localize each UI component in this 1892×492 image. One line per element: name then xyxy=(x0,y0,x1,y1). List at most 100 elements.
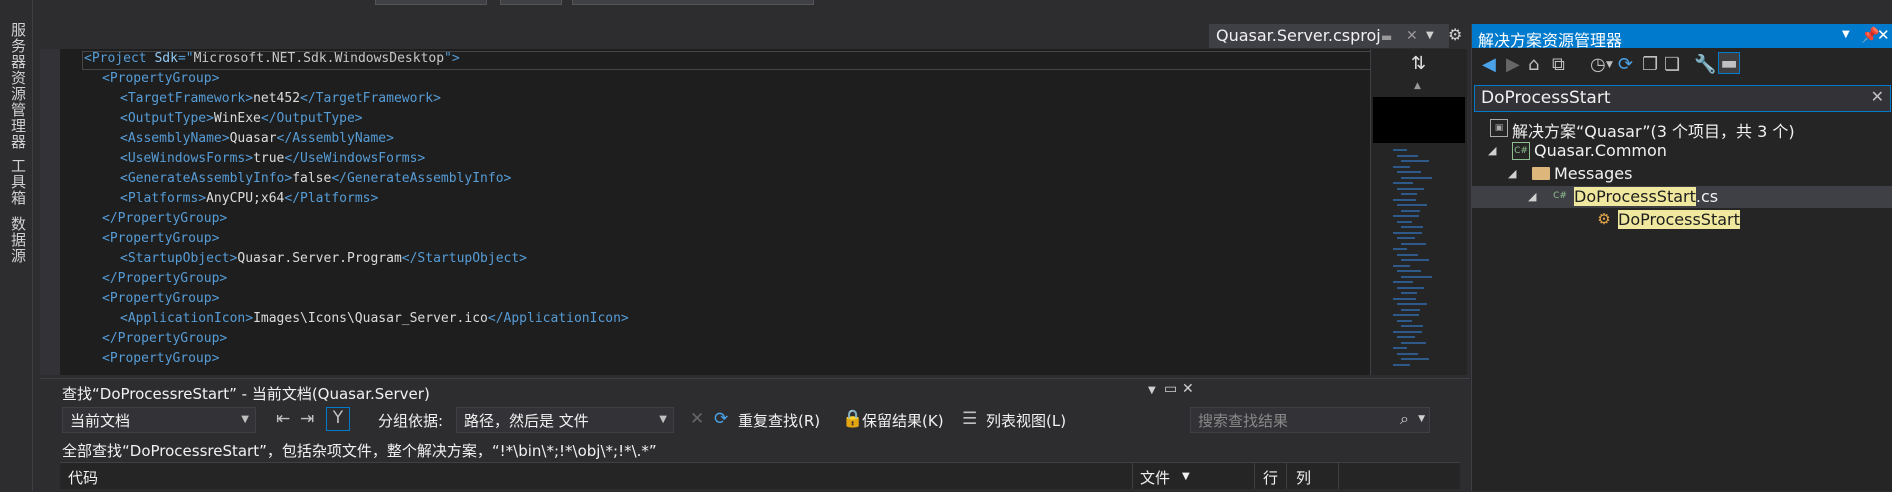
clear-filter-icon[interactable]: Y xyxy=(326,407,350,431)
split-view-icon[interactable]: ⇅ xyxy=(1411,53,1426,74)
collapse-all-icon[interactable]: ❐ xyxy=(1642,54,1658,75)
minimap-line xyxy=(1401,292,1417,294)
group-by-select[interactable]: 路径，然后是 文件 ▼ xyxy=(456,407,674,433)
solution-search-input[interactable]: DoProcessStart xyxy=(1481,88,1611,108)
code-token: </PropertyGroup> xyxy=(102,211,228,226)
forward-icon[interactable]: ▶ xyxy=(1506,54,1520,75)
code-line[interactable]: <TargetFramework>net452</TargetFramework… xyxy=(84,89,1370,109)
next-result-icon[interactable]: ⇥ xyxy=(300,409,314,429)
tree-item[interactable]: ⚙ DoProcessStart xyxy=(1472,209,1892,231)
minimap-line xyxy=(1401,176,1432,179)
lock-icon[interactable]: 🔒 xyxy=(842,409,863,429)
find-results-search-input[interactable]: 搜索查找结果 xyxy=(1198,410,1288,431)
code-line[interactable]: <GenerateAssemblyInfo>false</GenerateAss… xyxy=(84,169,1370,189)
code-token: Microsoft.NET.Sdk.WindowsDesktop xyxy=(193,51,445,66)
data-sources-tab[interactable]: 数据源 xyxy=(8,216,29,264)
chevron-down-icon[interactable]: ▼ xyxy=(1418,414,1425,424)
previous-result-icon[interactable]: ⇤ xyxy=(276,409,290,429)
switch-views-icon[interactable]: ⧉ xyxy=(1552,54,1565,75)
tab-dropdown-icon[interactable]: ▼ xyxy=(1426,30,1434,41)
server-explorer-tab[interactable]: 服务器资源管理器 xyxy=(8,22,29,150)
window-menu-icon[interactable]: ▼ xyxy=(1842,29,1850,40)
document-tab-title: Quasar.Server.csproj xyxy=(1216,26,1381,45)
expand-arrow-icon[interactable]: ◢ xyxy=(1528,190,1536,203)
code-token: <ApplicationIcon> xyxy=(120,311,254,326)
close-icon[interactable]: ✕ xyxy=(1877,26,1890,44)
tree-item[interactable]: ▣ 解决方案“Quasar”(3 个项目，共 3 个) xyxy=(1472,117,1892,141)
code-line[interactable]: <OutputType>WinExe</OutputType> xyxy=(84,109,1370,129)
solution-search-box[interactable]: DoProcessStart ✕ xyxy=(1474,85,1891,112)
minimap-line xyxy=(1393,231,1422,234)
code-line[interactable]: <ApplicationIcon>Images\Icons\Quasar_Ser… xyxy=(84,309,1370,329)
close-icon[interactable]: ✕ xyxy=(1406,28,1418,44)
gear-icon[interactable]: ⚙ xyxy=(1448,25,1462,44)
group-by-value: 路径，然后是 文件 xyxy=(464,412,589,430)
expand-arrow-icon[interactable]: ◢ xyxy=(1508,167,1516,180)
clear-search-icon[interactable]: ✕ xyxy=(1871,87,1884,106)
code-line[interactable]: <StartupObject>Quasar.Server.Program</St… xyxy=(84,249,1370,269)
minimap-line xyxy=(1397,187,1424,190)
code-token: <Platforms> xyxy=(120,191,207,206)
find-results-panel: 查找“DoProcessreStart” - 当前文档(Quasar.Serve… xyxy=(40,378,1470,492)
minimap-line xyxy=(1397,204,1427,206)
code-token: =" xyxy=(177,51,194,66)
minimap-viewport[interactable] xyxy=(1373,97,1465,143)
back-icon[interactable]: ◀ xyxy=(1482,54,1496,75)
stop-search-icon[interactable]: ✕ xyxy=(690,409,704,429)
code-editor[interactable]: <Project Sdk="Microsoft.NET.Sdk.WindowsD… xyxy=(40,49,1370,375)
code-line[interactable]: <AssemblyName>Quasar</AssemblyName> xyxy=(84,129,1370,149)
tree-item[interactable]: ◢ Messages xyxy=(1472,163,1892,185)
minimap-line xyxy=(1397,237,1415,239)
column-line[interactable]: 行 xyxy=(1263,467,1278,488)
code-line[interactable]: <Project Sdk="Microsoft.NET.Sdk.WindowsD… xyxy=(84,49,1370,69)
code-line[interactable]: </PropertyGroup> xyxy=(84,269,1370,289)
pin-icon[interactable]: ▬ xyxy=(1381,30,1392,44)
code-line[interactable]: <PropertyGroup> xyxy=(84,349,1370,369)
column-code[interactable]: 代码 xyxy=(68,467,98,488)
code-token: <StartupObject> xyxy=(120,251,238,266)
code-token: </GenerateAssemblyInfo> xyxy=(331,171,512,186)
keep-results-button[interactable]: 保留结果(K) xyxy=(862,410,944,431)
minimap[interactable]: ⇅ ▲ xyxy=(1370,49,1467,375)
dropdown-icon[interactable]: ▼ xyxy=(1606,60,1613,70)
list-view-button[interactable]: 列表视图(L) xyxy=(986,410,1066,431)
code-token: Sdk xyxy=(154,51,178,66)
code-line[interactable]: <PropertyGroup> xyxy=(84,289,1370,309)
code-token: <PropertyGroup> xyxy=(102,71,220,86)
minimap-line xyxy=(1397,171,1421,173)
pending-changes-icon[interactable]: ◷ xyxy=(1590,54,1606,75)
minimap-line xyxy=(1393,347,1407,349)
sort-dropdown-icon[interactable]: ▼ xyxy=(1182,471,1190,482)
document-tab[interactable]: Quasar.Server.csproj ▬ ✕ xyxy=(1209,24,1449,48)
home-icon[interactable]: ⌂ xyxy=(1528,54,1539,75)
scroll-up-icon[interactable]: ▲ xyxy=(1414,81,1421,91)
list-view-icon[interactable]: ☰ xyxy=(962,409,977,429)
find-results-search-box[interactable]: 搜索查找结果 ⌕ ▼ xyxy=(1190,407,1430,433)
scope-select[interactable]: 当前文档 ▼ xyxy=(62,407,256,433)
search-icon[interactable]: ⌕ xyxy=(1400,409,1409,429)
preview-icon[interactable]: ▬ xyxy=(1718,52,1740,74)
code-token: <PropertyGroup> xyxy=(102,351,220,366)
sync-icon[interactable]: ⟳ xyxy=(1618,54,1633,75)
code-line[interactable]: </PropertyGroup> xyxy=(84,329,1370,349)
expand-arrow-icon[interactable]: ◢ xyxy=(1488,144,1496,157)
code-line[interactable]: </PropertyGroup> xyxy=(84,209,1370,229)
code-token: </ApplicationIcon> xyxy=(487,311,629,326)
minimap-line xyxy=(1397,253,1418,256)
tree-item[interactable]: ◢ C# Quasar.Common xyxy=(1472,140,1892,162)
close-icon[interactable]: ✕ xyxy=(1182,381,1194,397)
show-all-files-icon[interactable]: ❏ xyxy=(1664,54,1680,75)
refind-button[interactable]: 重复查找(R) xyxy=(738,410,820,431)
properties-wrench-icon[interactable]: 🔧 xyxy=(1694,54,1716,75)
code-line[interactable]: <UseWindowsForms>true</UseWindowsForms> xyxy=(84,149,1370,169)
refind-icon[interactable]: ⟳ xyxy=(714,409,728,429)
column-col[interactable]: 列 xyxy=(1296,467,1311,488)
code-line[interactable]: <PropertyGroup> xyxy=(84,229,1370,249)
window-menu-icon[interactable]: ▼ xyxy=(1148,385,1156,396)
column-file[interactable]: 文件 xyxy=(1140,467,1170,488)
code-line[interactable]: <PropertyGroup> xyxy=(84,69,1370,89)
maximize-icon[interactable]: ▭ xyxy=(1164,381,1177,397)
tree-item[interactable]: ◢ C# DoProcessStart.cs xyxy=(1472,186,1892,208)
code-line[interactable]: <Platforms>AnyCPU;x64</Platforms> xyxy=(84,189,1370,209)
toolbox-tab[interactable]: 工具箱 xyxy=(8,158,29,206)
